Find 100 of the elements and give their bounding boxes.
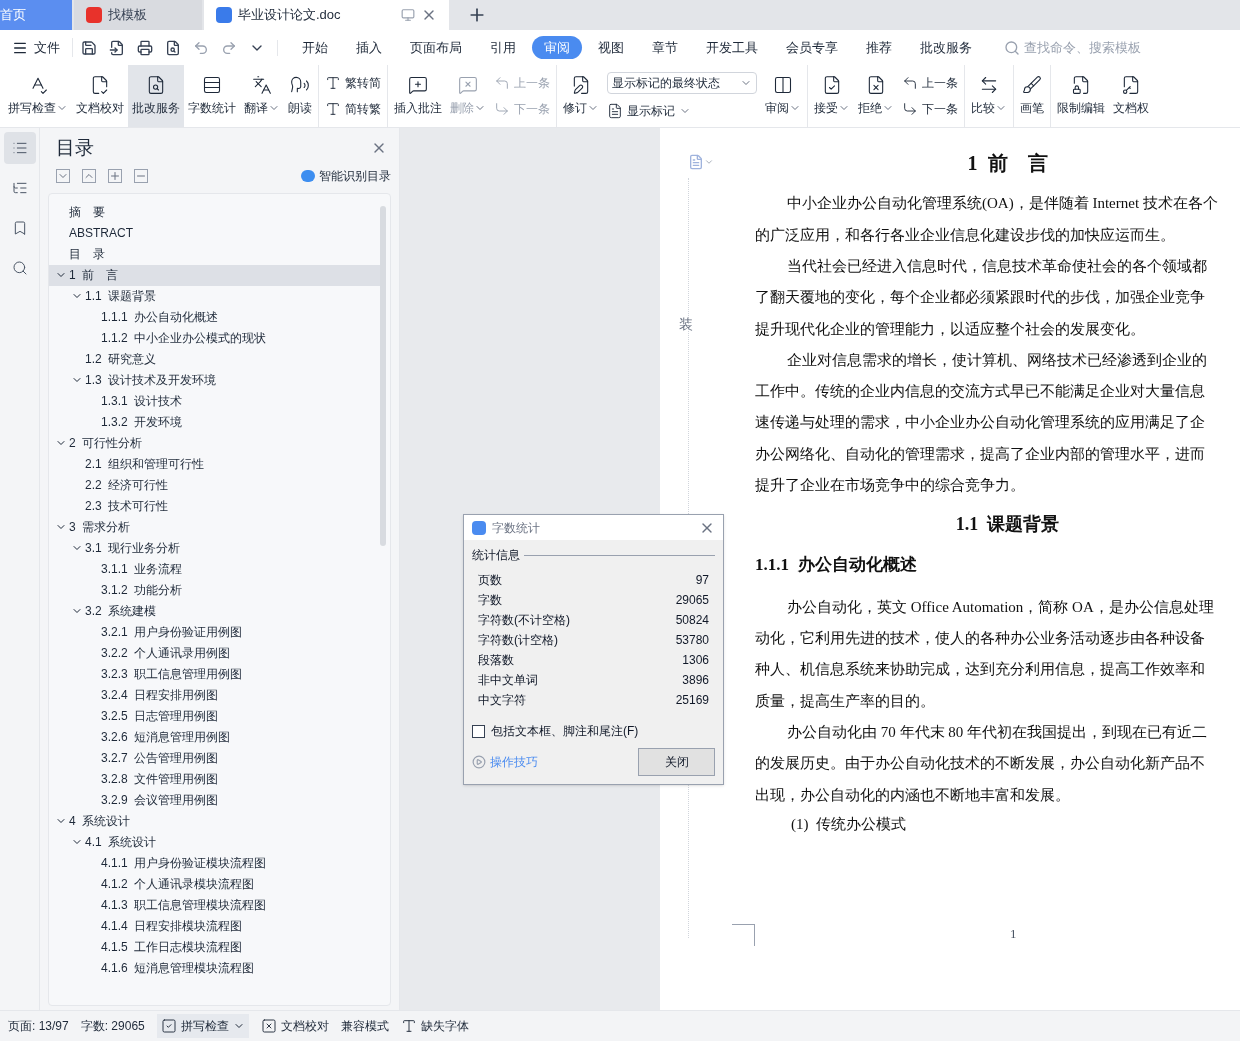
- undo-icon[interactable]: [193, 39, 209, 56]
- page-options-icon[interactable]: [688, 154, 714, 170]
- ribbon-button[interactable]: 插入批注: [390, 65, 446, 127]
- save-icon[interactable]: [81, 39, 97, 56]
- ribbon-button[interactable]: 文档权: [1109, 65, 1153, 127]
- window-tab[interactable]: 毕业设计论文.doc: [204, 0, 449, 30]
- word-count[interactable]: 字数: 29065: [80, 1017, 145, 1035]
- toc-item[interactable]: 摘 要: [49, 201, 380, 223]
- ribbon-tab[interactable]: 推荐: [854, 35, 904, 60]
- toc-item[interactable]: 3.1.2 功能分析: [49, 579, 380, 601]
- toc-item[interactable]: 3.2.2 个人通讯录用例图: [49, 642, 380, 664]
- side-panel-button[interactable]: [3, 132, 36, 164]
- preview-icon[interactable]: [165, 39, 181, 56]
- ribbon-small-button[interactable]: 简转繁: [325, 100, 381, 118]
- plus-icon[interactable]: [108, 168, 122, 183]
- toc-item[interactable]: 1.3.2 开发环境: [49, 411, 380, 433]
- toc-item[interactable]: 1.2 研究意义: [49, 348, 380, 370]
- dialog-title: 字数统计: [492, 519, 540, 537]
- toc-item[interactable]: 1.1.2 中小企业办公模式的现状: [49, 327, 380, 349]
- scrollbar[interactable]: [380, 205, 386, 546]
- ribbon-tab[interactable]: 视图: [586, 35, 636, 60]
- ribbon-button[interactable]: 文档校对: [72, 65, 128, 127]
- ribbon-tab[interactable]: 章节: [640, 35, 690, 60]
- toc-item[interactable]: 4.1.3 职工信息管理模块流程图: [49, 894, 380, 916]
- ribbon-small-button[interactable]: 繁转简: [325, 74, 381, 92]
- ribbon-tab[interactable]: 会员专享: [774, 35, 850, 60]
- ribbon-button[interactable]: 修订: [559, 65, 603, 127]
- toc-item[interactable]: 3.2.7 公告管理用例图: [49, 747, 380, 769]
- toc-item[interactable]: 4.1.2 个人通讯录模块流程图: [49, 873, 380, 895]
- ribbon-tab[interactable]: 开发工具: [694, 35, 770, 60]
- comment-delete-icon: [458, 75, 478, 95]
- ribbon-button[interactable]: 接受: [810, 65, 854, 127]
- redo-icon[interactable]: [221, 39, 237, 56]
- ribbon-small-button[interactable]: 显示标记: [607, 102, 757, 120]
- missing-font-button[interactable]: 缺失字体: [400, 1017, 469, 1035]
- toc-item[interactable]: ABSTRACT: [49, 222, 380, 244]
- toc-item[interactable]: 4.1.4 日程安排模块流程图: [49, 915, 380, 937]
- ribbon-button[interactable]: 比较: [967, 65, 1011, 127]
- toc-item[interactable]: 2 可行性分析: [49, 432, 380, 454]
- toc-item[interactable]: 3.2.6 短消息管理用例图: [49, 726, 380, 748]
- text-line: 工作中。传统的企业内信息的交流方式早已不能满足企业对大量信息: [755, 382, 1205, 402]
- ribbon-button[interactable]: 朗读: [284, 65, 316, 127]
- toc-item[interactable]: 1.1 课题背景: [49, 285, 380, 307]
- ribbon-button[interactable]: 限制编辑: [1053, 65, 1109, 127]
- toc-item[interactable]: 1.3.1 设计技术: [49, 390, 380, 412]
- brush-icon: [1022, 75, 1042, 95]
- toc-item[interactable]: 4.1 系统设计: [49, 831, 380, 853]
- export-icon[interactable]: [109, 39, 125, 56]
- ribbon-small-button[interactable]: 上一条: [902, 74, 958, 92]
- toc-item[interactable]: 3.1 现行业务分析: [49, 537, 380, 559]
- ribbon-button[interactable]: 拒绝: [854, 65, 898, 127]
- compat-mode: 兼容模式: [340, 1018, 389, 1035]
- smart-toc-button[interactable]: 智能识别目录: [301, 166, 391, 185]
- command-search-field[interactable]: 查找命令、搜索模板: [1004, 37, 1184, 58]
- toc-item[interactable]: 3.2.5 日志管理用例图: [49, 705, 380, 727]
- spellcheck-button[interactable]: 拼写检查: [156, 1014, 249, 1038]
- ribbon-button[interactable]: 字数统计: [184, 65, 240, 127]
- collapse-all-icon[interactable]: [82, 168, 96, 183]
- ribbon-button[interactable]: 翻译: [240, 65, 284, 127]
- ribbon-tab[interactable]: 引用: [478, 35, 528, 60]
- stat-label: 段落数: [478, 652, 514, 669]
- monitor-icon[interactable]: [401, 8, 415, 22]
- toc-item[interactable]: 3.2.3 职工信息管理用例图: [49, 663, 380, 685]
- toc-item[interactable]: 2.2 经济可行性: [49, 474, 380, 496]
- toc-item[interactable]: 3.2.1 用户身份验证用例图: [49, 621, 380, 643]
- print-icon[interactable]: [137, 39, 153, 56]
- window-tab[interactable]: 找模板: [74, 0, 202, 30]
- ribbon-small-button[interactable]: 下一条: [902, 100, 958, 118]
- ribbon-button[interactable]: 批改服务: [128, 65, 184, 127]
- ribbon-tab[interactable]: 批改服务: [908, 35, 984, 60]
- toc-item[interactable]: 3.2.9 会议管理用例图: [49, 789, 380, 811]
- toc-item[interactable]: 3 需求分析: [49, 516, 380, 538]
- toc-item[interactable]: 4.1.5 工作日志模块流程图: [49, 936, 380, 958]
- toc-item[interactable]: 3.2.8 文件管理用例图: [49, 768, 380, 790]
- toc-item[interactable]: 4.1.6 短消息管理模块流程图: [49, 957, 380, 979]
- ribbon-tab[interactable]: 页面布局: [398, 35, 474, 60]
- ribbon-button[interactable]: 拼写检查: [4, 65, 72, 127]
- checkbox[interactable]: [472, 724, 485, 738]
- ribbon-tab[interactable]: 开始: [290, 35, 340, 60]
- toc-item[interactable]: 4.1.1 用户身份验证模块流程图: [49, 852, 380, 874]
- ribbon-tab[interactable]: 插入: [344, 35, 394, 60]
- toc-item[interactable]: 目 录: [49, 243, 380, 265]
- close-button[interactable]: 关闭: [638, 748, 715, 776]
- toc-item[interactable]: 1 前 言: [49, 264, 380, 286]
- toc-item[interactable]: 3.1.1 业务流程: [49, 558, 380, 580]
- toc-item[interactable]: 4 系统设计: [49, 810, 380, 832]
- toc-item[interactable]: 1.3 设计技术及开发环境: [49, 369, 380, 391]
- toc-item[interactable]: 2.1 组织和管理可行性: [49, 453, 380, 475]
- toc-item[interactable]: 1.1.1 办公自动化概述: [49, 306, 380, 328]
- toc-item[interactable]: 3.2.4 日程安排用例图: [49, 684, 380, 706]
- stat-label: 中文字符: [478, 692, 526, 709]
- markup-select[interactable]: 显示标记的最终状态: [607, 72, 757, 94]
- expand-all-icon[interactable]: [56, 168, 70, 183]
- file-menu[interactable]: 文件: [12, 37, 73, 58]
- ribbon-button[interactable]: 画笔: [1016, 65, 1048, 127]
- proofread-button[interactable]: 文档校对: [260, 1017, 329, 1035]
- ribbon-button[interactable]: 审阅: [761, 65, 805, 127]
- toc-item[interactable]: 3.2 系统建模: [49, 600, 380, 622]
- toc-item[interactable]: 2.3 技术可行性: [49, 495, 380, 517]
- minus-icon[interactable]: [134, 168, 148, 183]
